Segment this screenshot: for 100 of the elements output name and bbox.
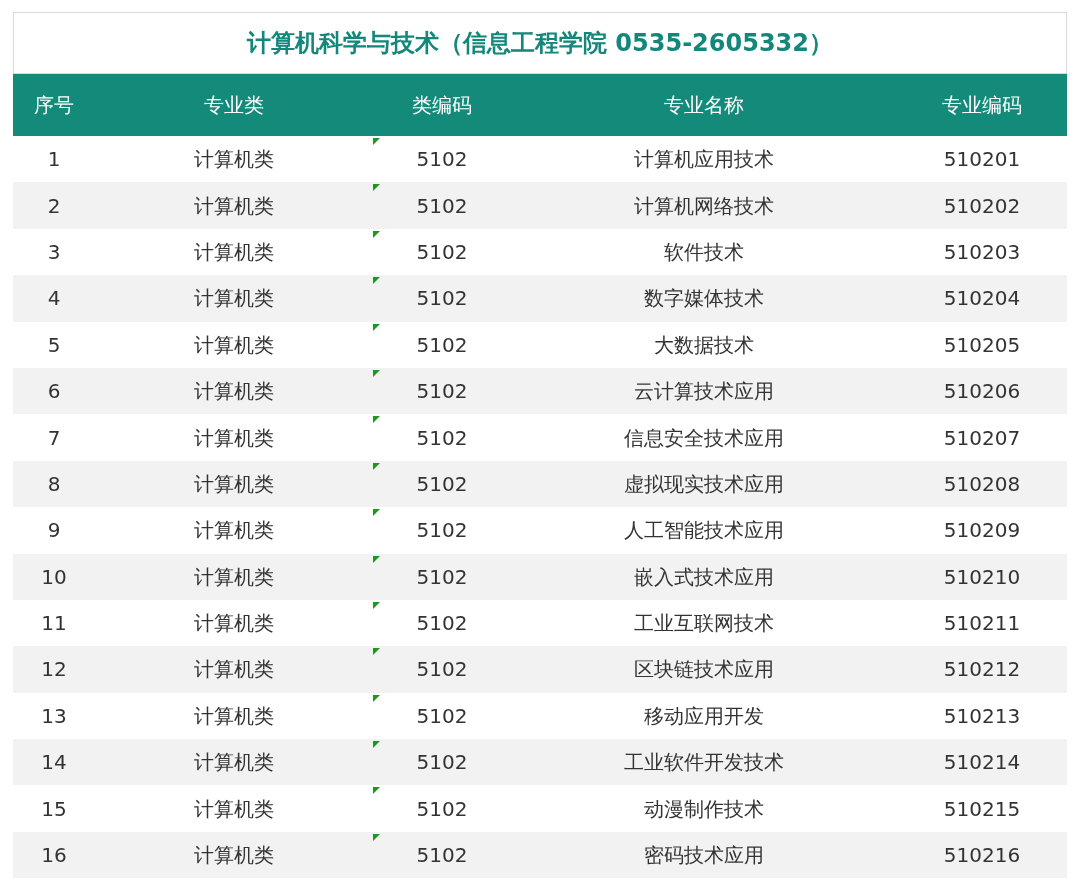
cell-indicator-icon xyxy=(373,555,380,563)
table-cell-text: 虚拟现实技术应用 xyxy=(624,470,784,498)
column-header: 类编码 xyxy=(412,92,472,119)
table-cell-text: 软件技术 xyxy=(664,238,744,266)
table-cell-text: 人工智能技术应用 xyxy=(624,517,784,545)
table-cell-text: 5102 xyxy=(416,285,468,313)
cell-indicator-icon xyxy=(373,138,380,145)
table-cell-text: 510216 xyxy=(943,842,1021,870)
cell-indicator-icon xyxy=(373,462,380,470)
table-cell-text: 10 xyxy=(41,563,67,591)
table-cell-text: 5 xyxy=(47,331,61,359)
table-cell-text: 510215 xyxy=(943,795,1021,823)
cell-indicator-icon xyxy=(373,277,380,285)
table-cell-text: 510212 xyxy=(943,656,1021,684)
table-cell-text: 计算机网络技术 xyxy=(634,192,774,220)
table-cell-text: 510204 xyxy=(943,285,1021,313)
cell-indicator-icon xyxy=(373,230,380,238)
table-cell-text: 11 xyxy=(41,610,67,638)
cell-indicator-icon xyxy=(373,648,380,656)
column-header: 专业类 xyxy=(204,92,264,119)
table-cell-text: 510206 xyxy=(943,378,1021,406)
cell-indicator-icon xyxy=(373,416,380,424)
table-cell-text: 计算机类 xyxy=(194,563,274,591)
table-cell-text: 510211 xyxy=(943,610,1021,638)
table-cell-text: 5102 xyxy=(416,470,468,498)
table-cell-text: 9 xyxy=(47,517,61,545)
table-cell-text: 5102 xyxy=(416,749,468,777)
column-header: 专业名称 xyxy=(664,92,744,119)
table-cell-text: 1 xyxy=(47,146,61,174)
table-cell-text: 16 xyxy=(41,842,67,870)
table-cell-text: 5102 xyxy=(416,331,468,359)
table-cell-text: 13 xyxy=(41,702,67,730)
table-cell-text: 510202 xyxy=(943,192,1021,220)
table-cell-text: 动漫制作技术 xyxy=(644,795,764,823)
table-cell-text: 4 xyxy=(47,285,61,313)
table-cell-text: 510207 xyxy=(943,424,1021,452)
table-cell-text: 计算机类 xyxy=(194,331,274,359)
column-header: 序号 xyxy=(34,92,74,119)
table-cell-text: 计算机类 xyxy=(194,517,274,545)
table-cell-text: 2 xyxy=(47,192,61,220)
table-cell-text: 计算机类 xyxy=(194,842,274,870)
table-cell-text: 510208 xyxy=(943,470,1021,498)
table-cell-text: 5102 xyxy=(416,238,468,266)
cell-indicator-icon xyxy=(373,509,380,517)
table-cell-text: 5102 xyxy=(416,702,468,730)
table-cell-text: 14 xyxy=(41,749,67,777)
table-cell-text: 510203 xyxy=(943,238,1021,266)
cell-indicator-icon xyxy=(373,833,380,841)
table-cell-text: 信息安全技术应用 xyxy=(624,424,784,452)
table-cell-text: 计算机类 xyxy=(194,795,274,823)
cell-indicator-icon xyxy=(373,694,380,702)
table-cell-text: 510213 xyxy=(943,702,1021,730)
table-cell-text: 510205 xyxy=(943,331,1021,359)
table-cell-text: 12 xyxy=(41,656,67,684)
table-cell-text: 5102 xyxy=(416,517,468,545)
cell-indicator-icon xyxy=(373,184,380,192)
table-cell-text: 5102 xyxy=(416,610,468,638)
cell-indicator-icon xyxy=(373,787,380,795)
table-cell-text: 大数据技术 xyxy=(654,331,754,359)
table-cell-text: 5102 xyxy=(416,146,468,174)
cell-indicator-icon xyxy=(373,601,380,609)
table-cell-text: 5102 xyxy=(416,563,468,591)
table-cell-text: 计算机类 xyxy=(194,470,274,498)
table-cell-text: 计算机类 xyxy=(194,424,274,452)
table-cell-text: 计算机类 xyxy=(194,238,274,266)
table-cell-text: 510210 xyxy=(943,563,1021,591)
table-cell-text: 计算机类 xyxy=(194,702,274,730)
table-cell-text: 云计算技术应用 xyxy=(634,378,774,406)
cell-indicator-icon xyxy=(373,323,380,331)
table-cell-text: 5102 xyxy=(416,424,468,452)
table-cell-text: 510201 xyxy=(943,146,1021,174)
table-cell-text: 510214 xyxy=(943,749,1021,777)
table-cell-text: 计算机类 xyxy=(194,656,274,684)
table-cell-text: 510209 xyxy=(943,517,1021,545)
table-cell-text: 移动应用开发 xyxy=(644,702,764,730)
table-cell-text: 6 xyxy=(47,378,61,406)
table-cell-text: 计算机类 xyxy=(194,378,274,406)
table-cell-text: 计算机类 xyxy=(194,610,274,638)
cell-indicator-icon xyxy=(373,369,380,377)
table-cell-text: 3 xyxy=(47,238,61,266)
table-cell-text: 嵌入式技术应用 xyxy=(634,563,774,591)
column-header: 专业编码 xyxy=(942,92,1022,119)
table-cell-text: 5102 xyxy=(416,795,468,823)
table-cell-text: 密码技术应用 xyxy=(644,842,764,870)
table-cell-text: 计算机类 xyxy=(194,146,274,174)
table-cell-text: 5102 xyxy=(416,656,468,684)
table-cell-text: 5102 xyxy=(416,192,468,220)
table-cell-text: 计算机类 xyxy=(194,192,274,220)
table-cell-text: 工业软件开发技术 xyxy=(624,749,784,777)
table-cell-text: 计算机类 xyxy=(194,749,274,777)
table-cell-text: 7 xyxy=(47,424,61,452)
table-cell-text: 计算机类 xyxy=(194,285,274,313)
table-title: 计算机科学与技术（信息工程学院 0535-2605332） xyxy=(247,28,833,59)
table-cell-text: 5102 xyxy=(416,378,468,406)
cell-indicator-icon xyxy=(373,741,380,749)
table-cell-text: 8 xyxy=(47,470,61,498)
table-cell-text: 5102 xyxy=(416,842,468,870)
table-cell-text: 计算机应用技术 xyxy=(634,146,774,174)
table-cell-text: 15 xyxy=(41,795,67,823)
table-cell-text: 工业互联网技术 xyxy=(634,610,774,638)
